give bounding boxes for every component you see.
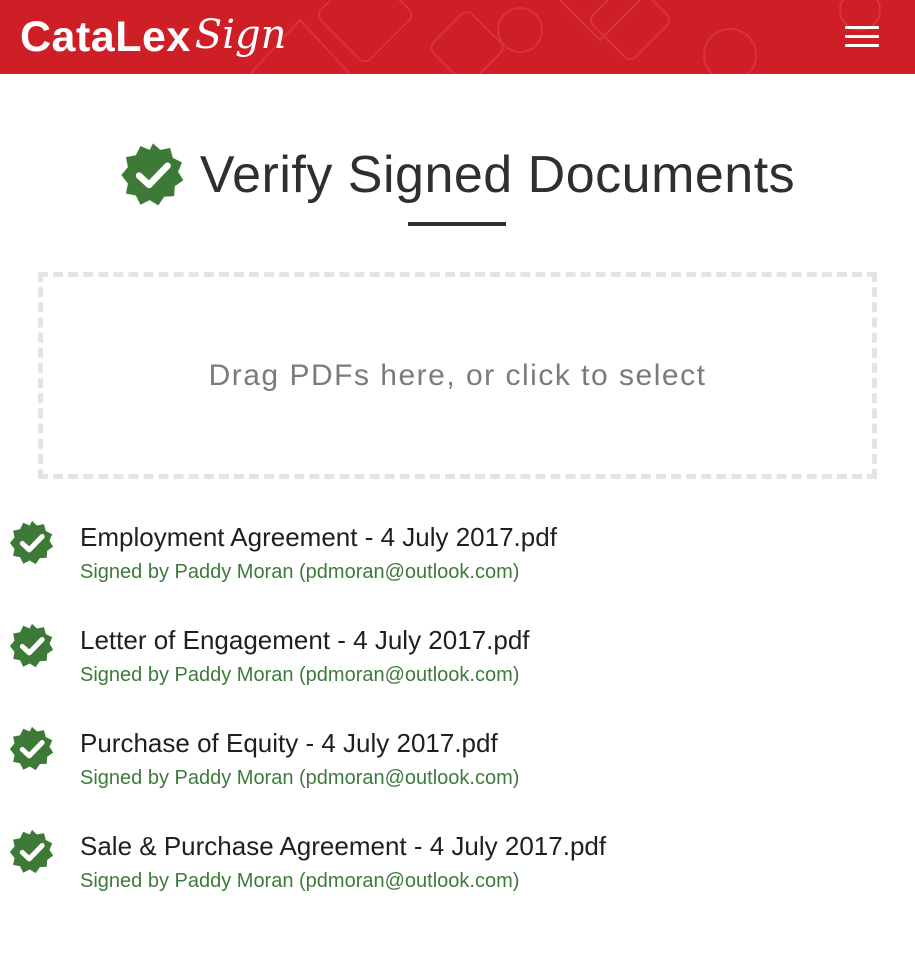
verified-badge-icon	[9, 623, 54, 668]
list-item: Purchase of Equity - 4 July 2017.pdf Sig…	[0, 726, 915, 829]
menu-bar-top	[845, 26, 879, 29]
document-name: Employment Agreement - 4 July 2017.pdf	[80, 522, 557, 552]
verified-badge-icon	[121, 143, 184, 206]
menu-bar-bottom	[845, 44, 879, 47]
verified-badge-icon	[9, 829, 54, 874]
logo-sub-text: Sign	[194, 12, 287, 58]
document-signer: Signed by Paddy Moran (pdmoran@outlook.c…	[80, 767, 520, 789]
page-heading: Verify Signed Documents	[0, 140, 915, 210]
document-signer: Signed by Paddy Moran (pdmoran@outlook.c…	[80, 664, 520, 686]
hamburger-menu-icon[interactable]	[845, 24, 879, 48]
pdf-dropzone[interactable]: Drag PDFs here, or click to select	[38, 272, 877, 479]
list-item: Employment Agreement - 4 July 2017.pdf S…	[0, 520, 915, 623]
page-title: Verify Signed Documents	[199, 146, 796, 204]
document-name: Sale & Purchase Agreement - 4 July 2017.…	[80, 831, 607, 861]
list-item: Sale & Purchase Agreement - 4 July 2017.…	[0, 829, 915, 932]
list-item: Letter of Engagement - 4 July 2017.pdf S…	[0, 623, 915, 726]
document-name: Letter of Engagement - 4 July 2017.pdf	[80, 625, 530, 655]
logo-main-text: CataLex	[20, 12, 191, 61]
title-underline-divider	[408, 222, 506, 226]
document-signer: Signed by Paddy Moran (pdmoran@outlook.c…	[80, 561, 520, 583]
top-navigation-bar: CataLex Sign	[0, 0, 915, 74]
verified-badge-icon	[9, 520, 54, 565]
catalex-sign-logo[interactable]: CataLex Sign	[20, 6, 286, 68]
menu-bar-middle	[845, 35, 879, 38]
document-name: Purchase of Equity - 4 July 2017.pdf	[80, 728, 498, 758]
verified-badge-icon	[9, 726, 54, 771]
document-signer: Signed by Paddy Moran (pdmoran@outlook.c…	[80, 870, 520, 892]
dropzone-instruction: Drag PDFs here, or click to select	[208, 358, 707, 392]
verified-documents-list: Employment Agreement - 4 July 2017.pdf S…	[0, 520, 915, 932]
